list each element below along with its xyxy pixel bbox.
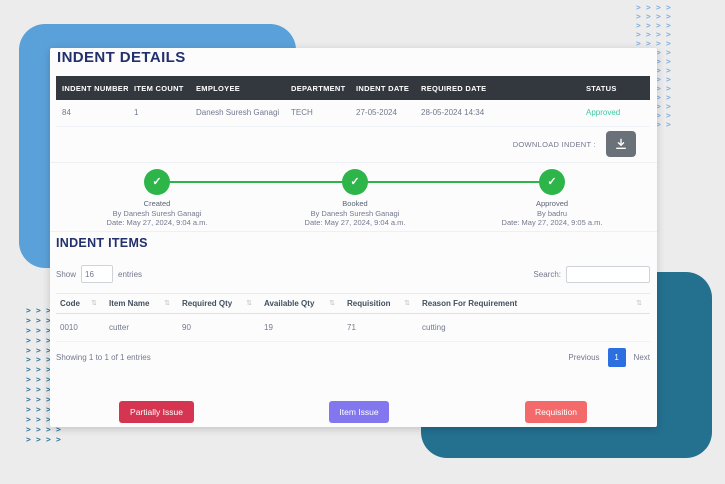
- step-title: Approved: [467, 199, 637, 209]
- status-badge: Approved: [580, 100, 650, 126]
- indent-details-title: INDENT DETAILS: [57, 49, 186, 66]
- entries-label: entries: [118, 270, 142, 279]
- step-title: Created: [72, 199, 242, 209]
- code-value: 0010: [56, 314, 105, 342]
- details-header-indent-number: INDENT NUMBER: [56, 76, 128, 100]
- item-name-value: cutter: [105, 314, 178, 342]
- details-header-department: DEPARTMENT: [285, 76, 350, 100]
- step-date: Date: May 27, 2024, 9:04 a.m.: [270, 218, 440, 228]
- indent-number-value: 84: [56, 100, 128, 126]
- item-count-value: 1: [128, 100, 190, 126]
- pagination-next[interactable]: Next: [634, 353, 650, 362]
- items-header-code[interactable]: Code⇅: [56, 294, 105, 314]
- items-data-row: 0010 cutter 90 19 71 cutting: [56, 314, 650, 342]
- pagination-page-1[interactable]: 1: [608, 348, 626, 367]
- items-header-required-qty[interactable]: Required Qty⇅: [178, 294, 260, 314]
- items-header-item-name[interactable]: Item Name⇅: [105, 294, 178, 314]
- step-by: By badru: [467, 209, 637, 219]
- partially-issue-button[interactable]: Partially Issue: [119, 401, 194, 423]
- details-header-employee: EMPLOYEE: [190, 76, 285, 100]
- step-by: By Danesh Suresh Ganagi: [270, 209, 440, 219]
- search-label: Search:: [533, 270, 561, 279]
- check-icon: ✓: [342, 169, 368, 195]
- available-qty-value: 19: [260, 314, 343, 342]
- sort-icon[interactable]: ⇅: [164, 299, 178, 307]
- item-issue-button[interactable]: Item Issue: [329, 401, 389, 423]
- sort-icon[interactable]: ⇅: [404, 299, 418, 307]
- step-title: Booked: [270, 199, 440, 209]
- details-header-item-count: ITEM COUNT: [128, 76, 190, 100]
- requisition-value: 71: [343, 314, 418, 342]
- sort-icon[interactable]: ⇅: [91, 299, 105, 307]
- sort-icon[interactable]: ⇅: [329, 299, 343, 307]
- details-header-row: INDENT NUMBER ITEM COUNT EMPLOYEE DEPART…: [56, 76, 650, 100]
- entries-summary: Showing 1 to 1 of 1 entries: [56, 353, 151, 362]
- check-icon: ✓: [539, 169, 565, 195]
- timeline-step-approved: ✓ Approved By badru Date: May 27, 2024, …: [467, 169, 637, 228]
- items-table-footer: Showing 1 to 1 of 1 entries Previous 1 N…: [56, 345, 650, 369]
- indent-details-table: INDENT NUMBER ITEM COUNT EMPLOYEE DEPART…: [56, 76, 650, 127]
- sort-icon[interactable]: ⇅: [636, 299, 650, 307]
- timeline-step-booked: ✓ Booked By Danesh Suresh Ganagi Date: M…: [270, 169, 440, 228]
- indent-card: INDENT DETAILS INDENT NUMBER ITEM COUNT …: [50, 48, 657, 427]
- download-indent-button[interactable]: [606, 131, 636, 157]
- download-icon: [615, 138, 627, 150]
- step-date: Date: May 27, 2024, 9:04 a.m.: [72, 218, 242, 228]
- items-table-controls: Show entries Search:: [56, 263, 650, 285]
- step-by: By Danesh Suresh Ganagi: [72, 209, 242, 219]
- reason-value: cutting: [418, 314, 650, 342]
- download-indent-row: DOWNLOAD INDENT :: [56, 126, 650, 162]
- pagination-previous[interactable]: Previous: [568, 353, 599, 362]
- details-header-indent-date: INDENT DATE: [350, 76, 415, 100]
- items-header-requisition[interactable]: Requisition⇅: [343, 294, 418, 314]
- show-entries-input[interactable]: [81, 265, 113, 283]
- indent-date-value: 27-05-2024: [350, 100, 415, 126]
- items-header-reason[interactable]: Reason For Requirement⇅: [418, 294, 650, 314]
- requisition-button[interactable]: Requisition: [525, 401, 587, 423]
- search-input[interactable]: [566, 266, 650, 283]
- required-date-value: 28-05-2024 14:34: [415, 100, 580, 126]
- indent-items-title: INDENT ITEMS: [56, 236, 148, 250]
- step-date: Date: May 27, 2024, 9:05 a.m.: [467, 218, 637, 228]
- show-label: Show: [56, 270, 76, 279]
- details-header-required-date: REQUIRED DATE: [415, 76, 580, 100]
- details-header-status: STATUS: [580, 76, 650, 100]
- timeline: ✓ Created By Danesh Suresh Ganagi Date: …: [50, 162, 657, 232]
- page-background: >>>>>>>>>>>>>>>>>>>>>>>>>>>>>>>>>>>>>>>>…: [0, 0, 725, 484]
- items-header-row: Code⇅ Item Name⇅ Required Qty⇅ Available…: [56, 294, 650, 314]
- department-value: TECH: [285, 100, 350, 126]
- employee-value: Danesh Suresh Ganagi: [190, 100, 285, 126]
- details-data-row: 84 1 Danesh Suresh Ganagi TECH 27-05-202…: [56, 100, 650, 126]
- required-qty-value: 90: [178, 314, 260, 342]
- timeline-step-created: ✓ Created By Danesh Suresh Ganagi Date: …: [72, 169, 242, 228]
- check-icon: ✓: [144, 169, 170, 195]
- indent-items-table: Code⇅ Item Name⇅ Required Qty⇅ Available…: [56, 293, 650, 342]
- pagination: Previous 1 Next: [568, 348, 650, 367]
- items-header-available-qty[interactable]: Available Qty⇅: [260, 294, 343, 314]
- sort-icon[interactable]: ⇅: [246, 299, 260, 307]
- download-indent-label: DOWNLOAD INDENT :: [513, 140, 596, 149]
